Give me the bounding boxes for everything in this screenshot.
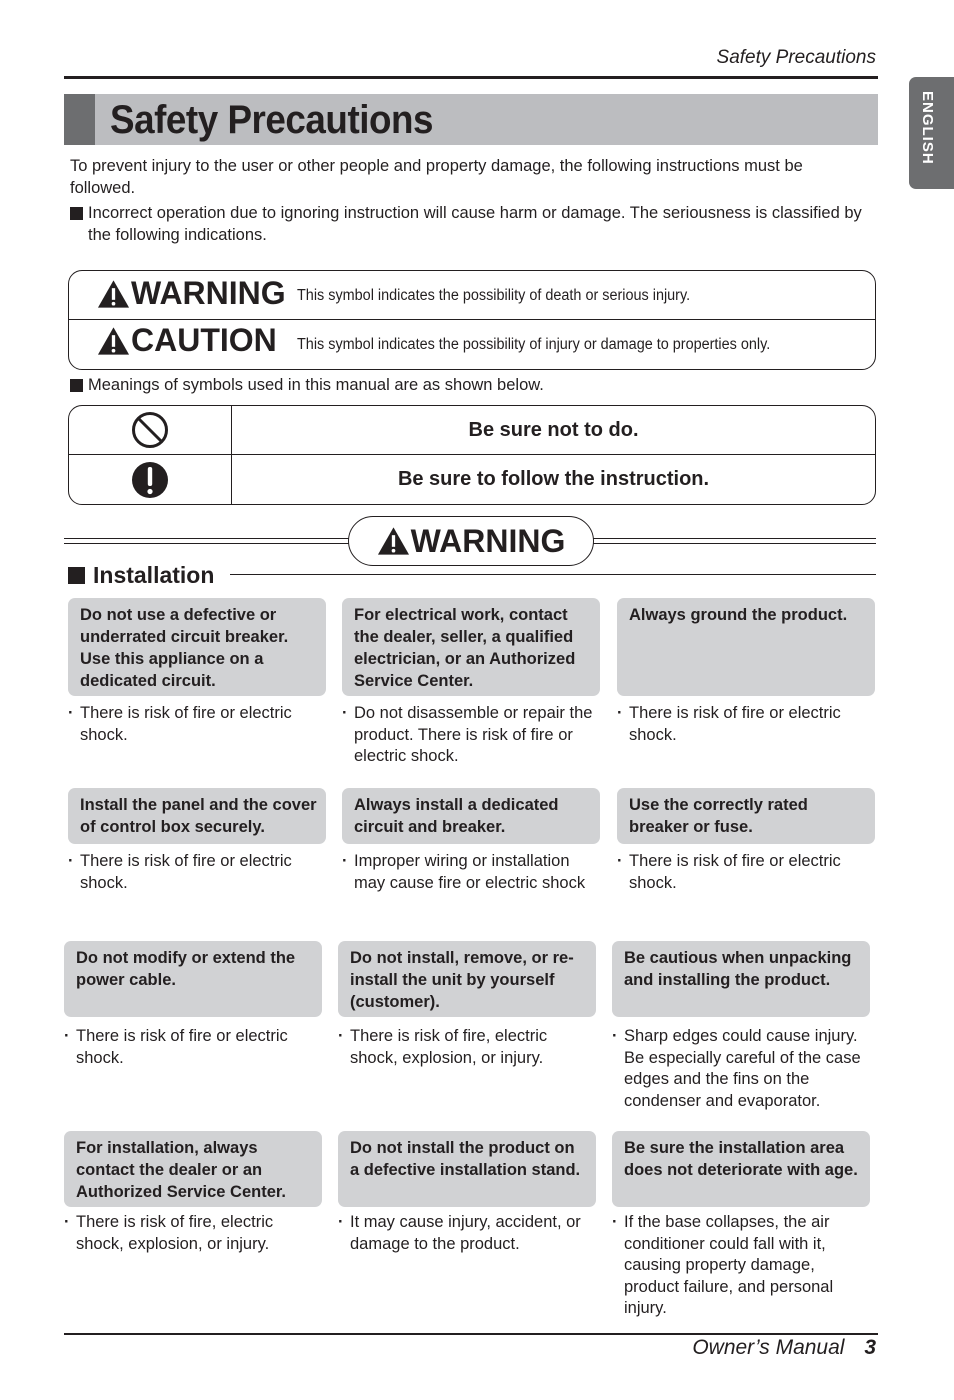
page-title-bar: Safety Precautions xyxy=(64,94,878,145)
safety-item-detail: There is risk of fire, electric shock, e… xyxy=(64,1212,322,1255)
safety-item: Do not install, remove, or re-install th… xyxy=(338,941,596,1069)
footer: Owner’s Manual 3 xyxy=(692,1336,876,1360)
safety-item-heading: Do not install, remove, or re-install th… xyxy=(338,941,596,1017)
safety-item: Always install a dedicated circuit and b… xyxy=(342,788,600,894)
footer-manual-name: Owner’s Manual xyxy=(692,1336,845,1359)
signal-word-description: This symbol indicates the possibility of… xyxy=(297,287,691,304)
language-tab[interactable]: ENGLISH xyxy=(909,77,954,189)
warning-banner: WARNING xyxy=(348,516,594,566)
square-bullet-icon xyxy=(70,379,83,392)
safety-item-detail: Sharp edges could cause injury. Be espec… xyxy=(612,1026,870,1112)
running-header-title: Safety Precautions xyxy=(716,47,876,68)
symbol-row: Be sure to follow the instruction. xyxy=(69,455,875,504)
warning-triangle-icon xyxy=(377,527,409,555)
symbol-meanings-table: Be sure not to do. Be sure to follow the… xyxy=(68,405,876,505)
signal-word-warning: WARNING xyxy=(97,275,286,312)
signal-word-label: WARNING xyxy=(131,275,286,311)
signal-word-label: CAUTION xyxy=(131,322,277,358)
language-tab-label: ENGLISH xyxy=(919,91,936,165)
mandatory-exclamation-icon xyxy=(132,461,168,498)
safety-item-heading: For electrical work, contact the dealer,… xyxy=(342,598,600,696)
section-rule xyxy=(230,574,876,576)
safety-item-detail: It may cause injury, accident, or damage… xyxy=(338,1212,596,1255)
safety-item-heading: Use the correctly rated breaker or fuse. xyxy=(617,788,875,844)
page-number: 3 xyxy=(864,1336,876,1359)
safety-item-heading: Do not modify or extend the power cable. xyxy=(64,941,322,1017)
safety-item: Do not install the product on a defectiv… xyxy=(338,1131,596,1255)
signal-word-description: This symbol indicates the possibility of… xyxy=(297,336,771,353)
safety-item-heading: Do not use a defective or underrated cir… xyxy=(68,598,326,696)
safety-item-detail: There is risk of fire or electric shock. xyxy=(68,851,326,894)
title-accent-block xyxy=(64,94,95,145)
footer-rule xyxy=(64,1333,878,1335)
symbols-note: Meanings of symbols used in this manual … xyxy=(70,375,870,397)
prohibition-icon xyxy=(132,412,168,448)
page-title: Safety Precautions xyxy=(110,98,434,142)
symbol-cell xyxy=(69,406,232,454)
safety-item-detail: If the base collapses, the air condition… xyxy=(612,1212,870,1320)
safety-item-detail: There is risk of fire or electric shock. xyxy=(64,1026,322,1069)
symbol-cell xyxy=(69,455,232,504)
square-bullet-icon xyxy=(70,207,83,220)
intro-paragraph: To prevent injury to the user or other p… xyxy=(70,157,803,197)
warning-banner-label: WARNING xyxy=(410,522,566,559)
symbols-note-text: Meanings of symbols used in this manual … xyxy=(88,376,544,394)
warning-triangle-icon xyxy=(97,326,130,355)
safety-item: Do not use a defective or underrated cir… xyxy=(68,598,326,746)
warning-triangle-icon xyxy=(97,279,130,308)
banner-double-rule-right xyxy=(593,538,876,544)
legend-row-caution: CAUTION This symbol indicates the possib… xyxy=(69,320,875,369)
safety-item-heading: Do not install the product on a defectiv… xyxy=(338,1131,596,1207)
safety-item-heading: Always ground the product. xyxy=(617,598,875,696)
symbol-meaning: Be sure not to do. xyxy=(468,418,639,441)
section-heading: Installation xyxy=(68,562,223,589)
safety-item-detail: There is risk of fire or electric shock. xyxy=(617,703,875,746)
safety-item-heading: For installation, always contact the dea… xyxy=(64,1131,322,1207)
safety-item-detail: There is risk of fire, electric shock, e… xyxy=(338,1026,596,1069)
classification-note: Incorrect operation due to ignoring inst… xyxy=(70,203,870,246)
symbol-meaning: Be sure to follow the instruction. xyxy=(397,468,710,490)
safety-item: Use the correctly rated breaker or fuse.… xyxy=(617,788,875,894)
safety-item-detail: Improper wiring or installation may caus… xyxy=(342,851,600,894)
safety-item: Always ground the product. There is risk… xyxy=(617,598,875,746)
safety-item: Be sure the installation area does not d… xyxy=(612,1131,870,1320)
safety-item-heading: Be sure the installation area does not d… xyxy=(612,1131,870,1207)
symbol-row: Be sure not to do. xyxy=(69,406,875,455)
signal-word-legend: WARNING This symbol indicates the possib… xyxy=(68,270,876,370)
safety-item-detail: There is risk of fire or electric shock. xyxy=(68,703,326,746)
safety-item: For installation, always contact the dea… xyxy=(64,1131,322,1255)
safety-item-detail: There is risk of fire or electric shock. xyxy=(617,851,875,894)
safety-item: For electrical work, contact the dealer,… xyxy=(342,598,600,768)
safety-item-heading: Always install a dedicated circuit and b… xyxy=(342,788,600,844)
safety-item: Install the panel and the cover of contr… xyxy=(68,788,326,894)
signal-word-caution: CAUTION xyxy=(97,322,277,359)
safety-item-heading: Install the panel and the cover of contr… xyxy=(68,788,326,844)
square-bullet-icon xyxy=(68,567,85,584)
classification-note-text: Incorrect operation due to ignoring inst… xyxy=(88,204,862,244)
section-title: Installation xyxy=(93,562,215,588)
safety-item-heading: Be cautious when unpacking and installin… xyxy=(612,941,870,1017)
legend-row-warning: WARNING This symbol indicates the possib… xyxy=(69,271,875,320)
banner-double-rule-left xyxy=(64,538,349,544)
safety-item-detail: Do not disassemble or repair the product… xyxy=(342,703,600,768)
safety-item: Do not modify or extend the power cable.… xyxy=(64,941,322,1069)
safety-item: Be cautious when unpacking and installin… xyxy=(612,941,870,1112)
header-rule xyxy=(64,76,878,79)
